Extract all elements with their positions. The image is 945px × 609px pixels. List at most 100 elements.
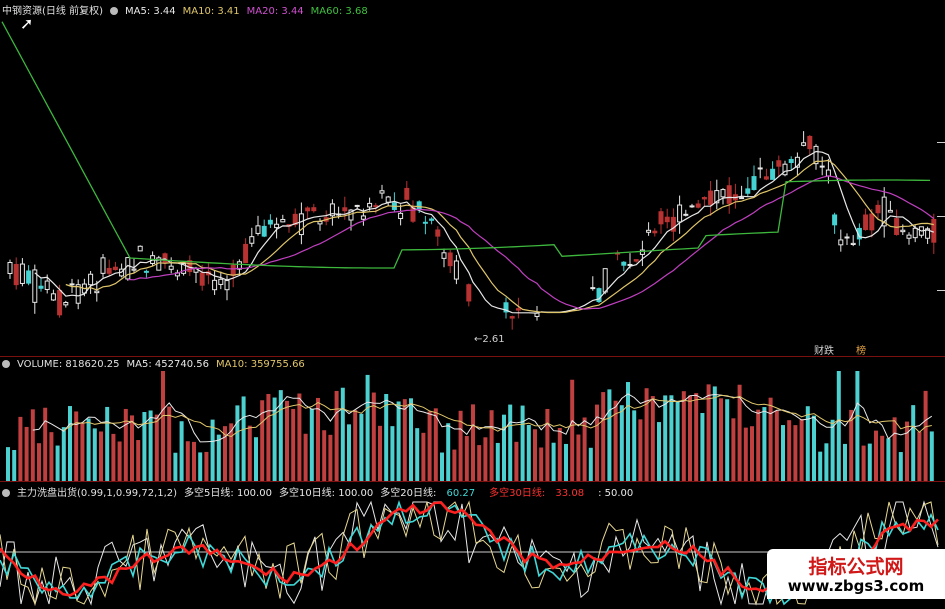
candle-body — [621, 261, 627, 266]
candle-body — [453, 260, 459, 280]
candle-body — [218, 278, 224, 285]
volume-bar — [601, 392, 606, 481]
volume-bar — [347, 424, 351, 481]
candle-body — [230, 264, 236, 276]
volume-bar — [657, 422, 661, 481]
candle-body — [757, 167, 763, 170]
volume-bar — [322, 430, 327, 481]
volume-bar — [446, 423, 451, 481]
ma10-legend: MA10: 3.41 — [182, 6, 240, 17]
volume-panel[interactable]: VOLUME: 818620.25 MA5: 452740.56 MA10: 359… — [0, 357, 945, 481]
volume-bar — [6, 447, 10, 481]
volume-bar — [192, 441, 196, 481]
candle-body — [788, 159, 794, 163]
volume-legend: VOLUME: 818620.25 MA5: 452740.56 MA10: 359… — [2, 359, 312, 370]
candle-body — [906, 234, 912, 239]
volume-bar — [452, 449, 457, 481]
candle-body — [360, 215, 366, 220]
candle-body — [367, 202, 373, 208]
volume-bar — [105, 406, 110, 481]
price-panel[interactable]: 中钢资源(日线 前复权) MA5: 3.44 MA10: 3.41 MA20: 3.4… — [0, 0, 945, 357]
volume-bar — [123, 408, 128, 481]
candle-body — [32, 269, 38, 303]
volume-bar — [750, 426, 754, 481]
volume-bar — [855, 371, 860, 481]
candle-body — [13, 263, 19, 286]
volume-chart[interactable] — [0, 357, 945, 481]
candle-body — [602, 268, 608, 293]
volume-bar — [390, 426, 395, 481]
volume-bar — [24, 426, 29, 481]
volume-bar — [173, 452, 178, 481]
volume-bar — [675, 400, 680, 481]
d20-legend: 多空20日线: 60.27 — [380, 488, 476, 499]
volume-bar — [830, 419, 835, 481]
candle-body — [466, 284, 472, 302]
volume-bar — [427, 411, 432, 481]
volume-value: VOLUME: 818620.25 — [17, 359, 120, 370]
scale-tick — [937, 290, 945, 291]
volume-bar — [929, 431, 934, 481]
volume-bar — [861, 445, 866, 481]
candle-body — [664, 216, 670, 223]
volume-bar — [198, 452, 203, 481]
volume-bar — [781, 425, 785, 481]
candle-body — [7, 261, 13, 275]
candle-body — [447, 252, 453, 267]
settings-circle-icon[interactable] — [109, 7, 118, 15]
volume-bar — [595, 404, 599, 481]
volume-bar — [291, 408, 296, 481]
volume-bar — [700, 412, 705, 481]
volume-bar — [880, 435, 885, 481]
candle-body — [143, 270, 149, 273]
settings-circle-icon[interactable] — [2, 360, 10, 368]
volume-bar — [886, 438, 891, 481]
volume-bar — [86, 418, 91, 481]
candle-body — [106, 267, 112, 274]
volume-bar — [495, 442, 500, 481]
indicator-name: 主力洗盘出货(0.99,1,0.99,72,1,2) — [17, 488, 178, 499]
volume-bar — [533, 429, 537, 481]
candle-body — [280, 218, 286, 223]
volume-bar — [254, 437, 258, 481]
volume-bar — [526, 425, 531, 481]
d30-legend: 多空30日线: 33.08 — [489, 488, 585, 499]
volume-bar — [787, 420, 792, 481]
volume-bar — [917, 431, 922, 481]
volume-bar — [43, 407, 48, 481]
volume-bar — [402, 399, 407, 481]
volume-bar — [421, 432, 426, 481]
volume-bar — [867, 443, 872, 481]
volume-bar — [12, 450, 17, 481]
ma5-line — [34, 150, 935, 314]
candle-body — [720, 189, 726, 198]
volume-bar — [626, 382, 630, 481]
price-chart[interactable] — [0, 0, 945, 356]
candle-body — [776, 160, 782, 167]
settings-circle-icon[interactable] — [2, 489, 10, 497]
candle-body — [689, 205, 695, 208]
candle-body — [838, 239, 844, 246]
candle-body — [88, 273, 94, 286]
volume-bar — [874, 430, 878, 481]
volume-bar — [607, 389, 612, 481]
volume-bar — [824, 443, 829, 481]
candle-body — [701, 197, 707, 200]
candle-body — [212, 279, 218, 291]
volume-bar — [241, 396, 246, 481]
candle-body — [379, 190, 385, 194]
volume-bar — [92, 428, 97, 481]
volume-bar — [688, 395, 692, 481]
candle-body — [261, 225, 267, 237]
volume-bar — [179, 421, 184, 481]
volume-bar — [843, 443, 847, 481]
candle-body — [422, 221, 428, 224]
ma10-line — [65, 159, 934, 314]
volume-bar — [185, 441, 190, 481]
volume-bar — [303, 433, 308, 481]
candle-body — [26, 270, 32, 284]
candle-body — [633, 259, 639, 262]
volume-bar — [148, 410, 153, 481]
candle-body — [249, 236, 255, 244]
candle-body — [131, 268, 137, 271]
